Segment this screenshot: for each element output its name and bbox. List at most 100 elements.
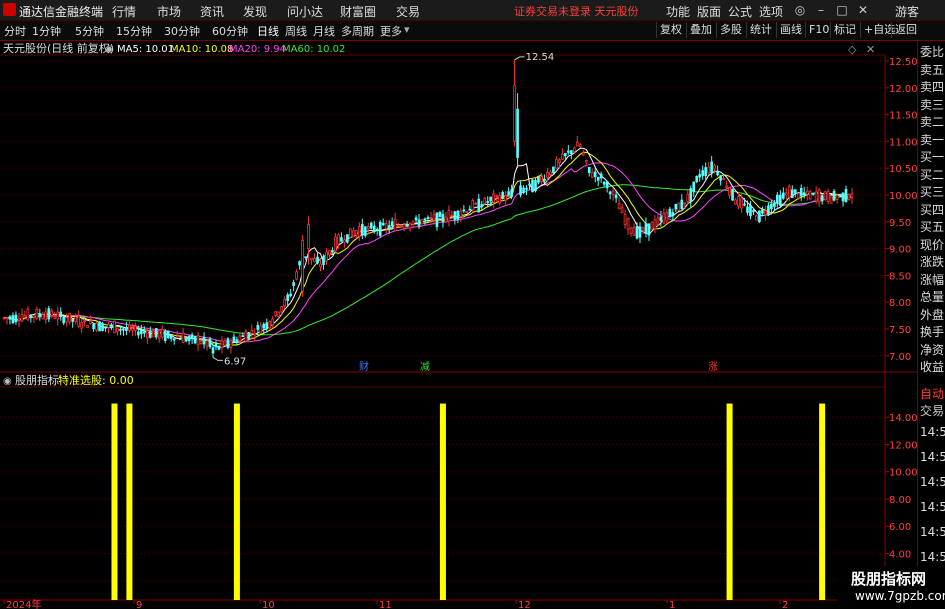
- menu-discover[interactable]: 发现: [243, 3, 267, 20]
- menu-news[interactable]: 资讯: [200, 3, 224, 20]
- candlestick: [483, 197, 487, 205]
- candlestick: [716, 165, 719, 177]
- period-30min[interactable]: 30分钟: [164, 23, 200, 39]
- candlestick: [555, 156, 558, 170]
- candlestick: [519, 180, 522, 198]
- event-marker[interactable]: 财: [359, 360, 369, 373]
- period-5min[interactable]: 5分钟: [75, 23, 104, 39]
- stats-button[interactable]: 统计: [746, 22, 775, 38]
- candlestick: [349, 228, 352, 238]
- watermark-line1: 股朋指标网: [851, 570, 927, 588]
- menu-options[interactable]: 选项: [759, 3, 783, 20]
- candlestick: [235, 336, 239, 345]
- candlestick: [59, 307, 63, 321]
- signal-bar: [111, 403, 118, 600]
- draw-line-button[interactable]: 画线: [776, 22, 805, 38]
- date-axis-label: 11: [379, 600, 392, 609]
- price-tick-label: 10.50: [889, 164, 917, 175]
- price-tick-label: 7.00: [889, 352, 911, 363]
- candlestick: [686, 189, 690, 206]
- candlestick: [134, 322, 137, 336]
- minimize-icon[interactable]: –: [813, 2, 829, 18]
- event-marker[interactable]: 涨: [708, 361, 718, 373]
- candlestick: [668, 206, 672, 218]
- menu-formula[interactable]: 公式: [728, 3, 752, 20]
- menu-functions[interactable]: 功能: [666, 3, 690, 20]
- candlestick: [325, 248, 328, 265]
- candlestick: [223, 338, 227, 346]
- candlestick: [384, 220, 388, 234]
- period-monthly[interactable]: 月线: [313, 23, 335, 39]
- quote-label: 买三: [920, 185, 945, 199]
- indicator-tick-label: 10.00: [889, 468, 917, 479]
- overlay-button[interactable]: 叠加: [686, 22, 715, 38]
- candlestick: [823, 190, 827, 202]
- menu-trade[interactable]: 交易: [396, 3, 420, 20]
- candlestick: [844, 185, 848, 203]
- period-weekly[interactable]: 周线: [285, 23, 307, 39]
- settings-diamond-icon[interactable]: ◇: [848, 43, 857, 56]
- stock-title: 天元股份(日线 前复权): [3, 41, 114, 55]
- candlestick: [647, 223, 651, 241]
- candlestick: [578, 143, 582, 148]
- kline-chart-area[interactable]: 天元股份(日线 前复权) ◉ MA5: 10.01 MA10: 10.08 MA…: [0, 41, 917, 609]
- back-button[interactable]: 返回: [891, 22, 920, 38]
- indicator-toggle-icon[interactable]: ◉: [3, 376, 12, 387]
- mark-button[interactable]: 标记: [830, 22, 859, 38]
- quote-label: 买四: [920, 202, 945, 217]
- candlestick: [513, 59, 516, 147]
- date-axis-label: 2: [782, 600, 788, 609]
- event-marker[interactable]: 减: [420, 361, 430, 373]
- close-icon[interactable]: ✕: [855, 2, 871, 18]
- period-daily[interactable]: 日线: [257, 23, 279, 39]
- period-multi[interactable]: 多周期: [341, 23, 374, 39]
- candlestick: [808, 190, 812, 200]
- user-label[interactable]: 游客: [895, 3, 919, 20]
- candlestick: [847, 193, 851, 201]
- candlestick: [286, 292, 289, 306]
- candlestick: [14, 311, 18, 325]
- ma-toggle-icon[interactable]: ◉: [105, 44, 114, 55]
- login-notice[interactable]: 证券交易未登录 天元股份: [514, 3, 639, 19]
- menu-quotes[interactable]: 行情: [112, 3, 136, 20]
- candlestick: [44, 307, 48, 324]
- candlestick: [504, 191, 507, 205]
- candlestick: [641, 226, 645, 235]
- menu-wealth[interactable]: 财富圈: [340, 3, 376, 20]
- auto-mode-label[interactable]: 自动: [920, 385, 944, 402]
- candlestick: [151, 328, 155, 338]
- close-pane-icon[interactable]: ✕: [866, 43, 875, 56]
- menu-layout[interactable]: 版面: [697, 3, 721, 20]
- period-timeshare[interactable]: 分时: [4, 23, 26, 39]
- menu-market[interactable]: 市场: [157, 3, 181, 20]
- period-1min[interactable]: 1分钟: [32, 23, 61, 39]
- quote-label: 现价: [920, 237, 945, 252]
- ma10-legend: MA10: 10.08: [170, 44, 233, 55]
- candlestick: [799, 184, 803, 201]
- candlestick: [671, 208, 675, 221]
- quote-label: 涨幅: [920, 272, 945, 287]
- skin-icon[interactable]: ◎: [792, 2, 808, 18]
- f10-button[interactable]: F10: [805, 22, 832, 38]
- candlestick: [790, 185, 794, 199]
- ma20-legend: MA20: 9.94: [229, 44, 286, 55]
- adjust-button[interactable]: 复权: [656, 22, 685, 38]
- candlestick: [680, 194, 684, 210]
- price-tick-label: 12.00: [889, 84, 917, 95]
- candlestick: [53, 311, 57, 320]
- period-more-chevron-icon[interactable]: ▾: [404, 23, 410, 36]
- period-more[interactable]: 更多: [380, 23, 402, 39]
- candlestick: [80, 317, 83, 333]
- candlestick: [471, 198, 475, 213]
- menu-assistant[interactable]: 问小达: [287, 3, 323, 20]
- candlestick: [450, 210, 454, 217]
- multi-stock-button[interactable]: 多股: [716, 22, 745, 38]
- candlestick: [238, 332, 242, 343]
- candlestick: [516, 93, 519, 169]
- candlestick: [17, 312, 21, 327]
- maximize-icon[interactable]: □: [834, 2, 850, 18]
- ma60-line: [4, 184, 853, 336]
- quote-label: 买二: [920, 167, 945, 182]
- period-15min[interactable]: 15分钟: [116, 23, 152, 39]
- period-60min[interactable]: 60分钟: [212, 23, 248, 39]
